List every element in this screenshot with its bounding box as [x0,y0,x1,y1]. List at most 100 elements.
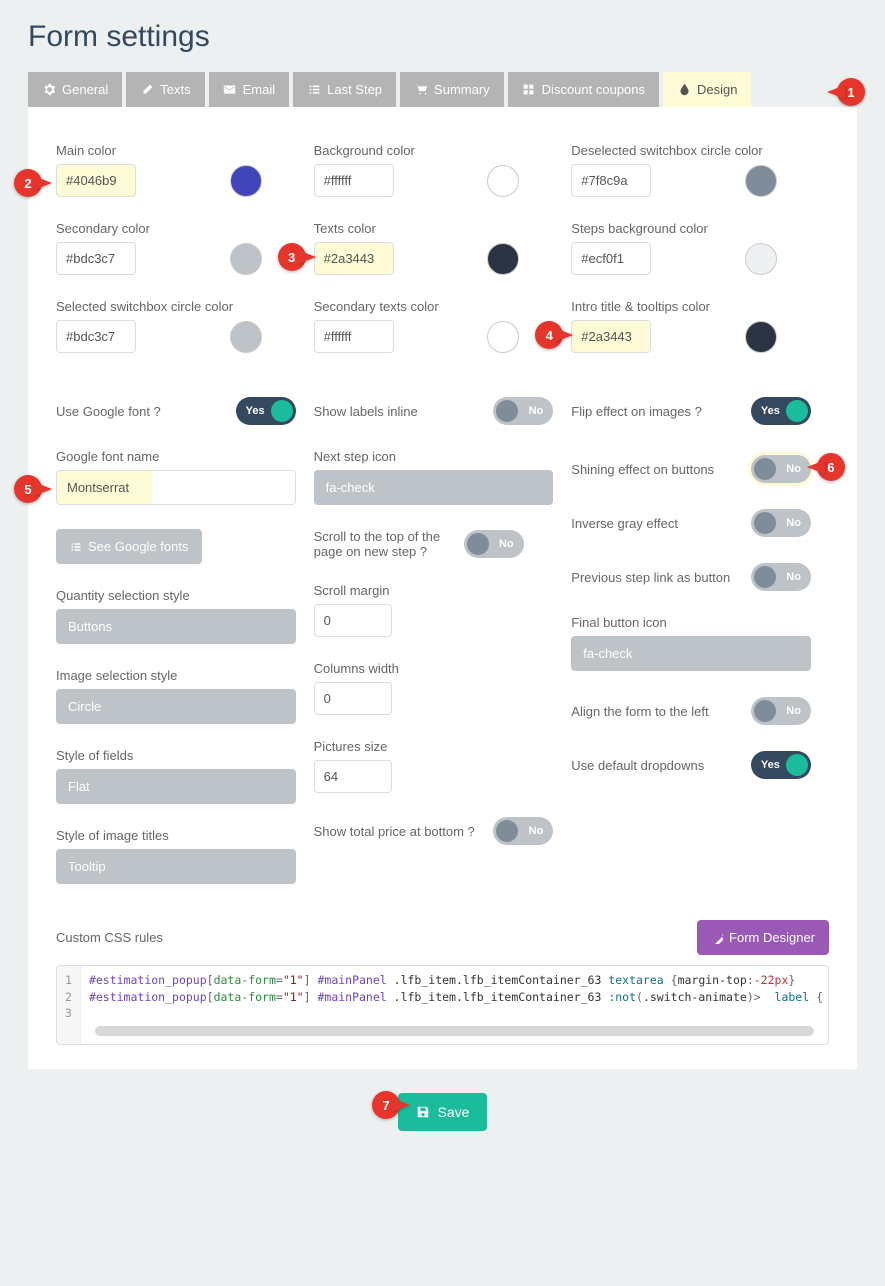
tabs-bar: General Texts Email Last Step Summary Di… [28,72,857,107]
tab-label: Design [697,82,737,97]
button-label: Save [438,1104,470,1120]
secondary-color-input[interactable] [56,242,136,275]
label-pictures-size: Pictures size [314,739,554,754]
label-inverse-gray: Inverse gray effect [571,516,751,531]
cart-icon [414,83,428,97]
label-show-labels-inline: Show labels inline [314,404,494,419]
label-prev-step-btn: Previous step link as button [571,570,751,585]
toggle-label: No [786,463,801,475]
label-style-fields: Style of fields [56,748,296,763]
toggle-default-dd[interactable]: Yes [751,751,811,779]
toggle-use-google[interactable]: Yes [236,397,296,425]
label-show-total: Show total price at bottom ? [314,824,494,839]
style-fields-select[interactable]: Flat [56,769,296,804]
tab-laststep[interactable]: Last Step [293,72,396,107]
secondary-color-swatch[interactable] [230,243,262,275]
panel-design: Main color 2 Secondary color Selected [28,107,857,1069]
gear-icon [42,83,56,97]
tab-label: General [62,82,108,97]
toggle-labels-inline[interactable]: No [493,397,553,425]
toggle-flip-images[interactable]: Yes [751,397,811,425]
selected-switch-swatch[interactable] [230,321,262,353]
columns-width-input[interactable] [314,682,392,715]
label-selected-switch: Selected switchbox circle color [56,299,296,314]
pictures-size-input[interactable] [314,760,392,793]
toggle-shining[interactable]: No [751,455,811,483]
intro-tooltips-input[interactable] [571,320,651,353]
bg-color-swatch[interactable] [487,165,519,197]
list-icon [307,83,321,97]
final-btn-icon-select[interactable]: fa-check [571,636,811,671]
tab-label: Texts [160,82,190,97]
deselected-switch-swatch[interactable] [745,165,777,197]
label-scroll-margin: Scroll margin [314,583,554,598]
tab-email[interactable]: Email [209,72,290,107]
annotation-marker-6: 6 [817,453,845,481]
save-icon [416,1105,430,1119]
secondary-texts-swatch[interactable] [487,321,519,353]
toggle-scroll-top[interactable]: No [464,530,524,558]
tab-general[interactable]: General [28,72,122,107]
code-lines: #estimation_popup[data-form="1"] #mainPa… [81,966,828,1044]
annotation-marker-2: 2 [14,169,42,197]
intro-tooltips-swatch[interactable] [745,321,777,353]
scroll-margin-input[interactable] [314,604,392,637]
toggle-label: No [529,825,544,837]
bg-color-input[interactable] [314,164,394,197]
toggle-label: No [786,517,801,529]
toggle-align-left[interactable]: No [751,697,811,725]
page-title: Form settings [28,20,857,54]
label-flip-images: Flip effect on images ? [571,404,751,419]
label-qty-style: Quantity selection style [56,588,296,603]
texts-color-swatch[interactable] [487,243,519,275]
main-color-input[interactable] [56,164,136,197]
next-step-icon-select[interactable]: fa-check [314,470,554,505]
toggle-label: Yes [761,405,780,417]
toggle-inverse-gray[interactable]: No [751,509,811,537]
secondary-texts-input[interactable] [314,320,394,353]
tab-label: Last Step [327,82,382,97]
toggle-label: No [529,405,544,417]
label-use-google: Use Google font ? [56,404,236,419]
horizontal-scrollbar[interactable] [95,1026,814,1036]
tab-label: Summary [434,82,490,97]
qty-style-select[interactable]: Buttons [56,609,296,644]
steps-bg-input[interactable] [571,242,651,275]
label-default-dd: Use default dropdowns [571,758,751,773]
tab-texts[interactable]: Texts [126,72,204,107]
toggle-show-total[interactable]: No [493,817,553,845]
annotation-marker-3: 3 [278,243,306,271]
code-gutter: 123 [57,966,81,1044]
tab-design[interactable]: Design [663,72,751,107]
label-bg-color: Background color [314,143,554,158]
deselected-switch-input[interactable] [571,164,651,197]
annotation-marker-7: 7 [372,1091,400,1119]
label-google-font: Google font name [56,449,296,464]
tab-label: Discount coupons [542,82,645,97]
edit-icon [140,83,154,97]
tab-summary[interactable]: Summary [400,72,504,107]
tab-coupons[interactable]: Discount coupons [508,72,659,107]
form-designer-button[interactable]: Form Designer [697,920,829,955]
steps-bg-swatch[interactable] [745,243,777,275]
google-font-input[interactable] [56,470,296,505]
toggle-label: Yes [761,759,780,771]
label-texts-color: Texts color [314,221,554,236]
drop-icon [677,83,691,97]
custom-css-editor[interactable]: 123 #estimation_popup[data-form="1"] #ma… [56,965,829,1045]
texts-color-input[interactable] [314,242,394,275]
selected-switch-input[interactable] [56,320,136,353]
img-sel-style-select[interactable]: Circle [56,689,296,724]
button-label: Form Designer [729,930,815,945]
see-google-fonts-button[interactable]: See Google fonts [56,529,202,564]
toggle-label: No [786,705,801,717]
label-deselected-switch: Deselected switchbox circle color [571,143,811,158]
label-next-step-icon: Next step icon [314,449,554,464]
save-button[interactable]: Save [398,1093,488,1131]
toggle-prev-step-btn[interactable]: No [751,563,811,591]
label-custom-css: Custom CSS rules [56,930,163,945]
style-img-titles-select[interactable]: Tooltip [56,849,296,884]
label-secondary-texts: Secondary texts color [314,299,554,314]
main-color-swatch[interactable] [230,165,262,197]
label-img-sel-style: Image selection style [56,668,296,683]
